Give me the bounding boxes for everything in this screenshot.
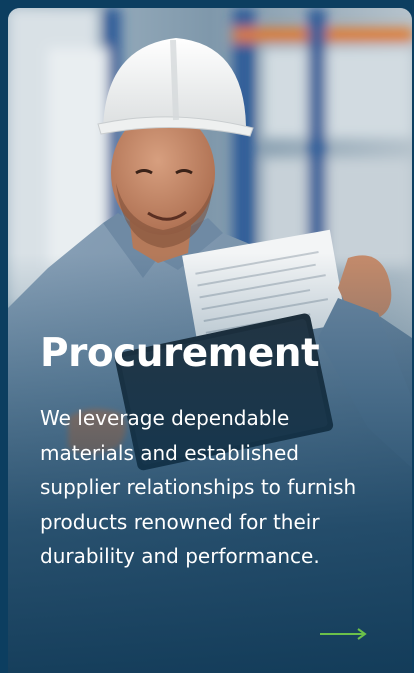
card-title: Procurement — [40, 331, 320, 376]
card-description: We leverage dependable materials and est… — [40, 406, 357, 568]
arrow-right-icon — [320, 628, 367, 640]
read-more-button[interactable] — [316, 622, 372, 646]
service-card[interactable]: Procurement We leverage dependable mater… — [8, 8, 412, 673]
